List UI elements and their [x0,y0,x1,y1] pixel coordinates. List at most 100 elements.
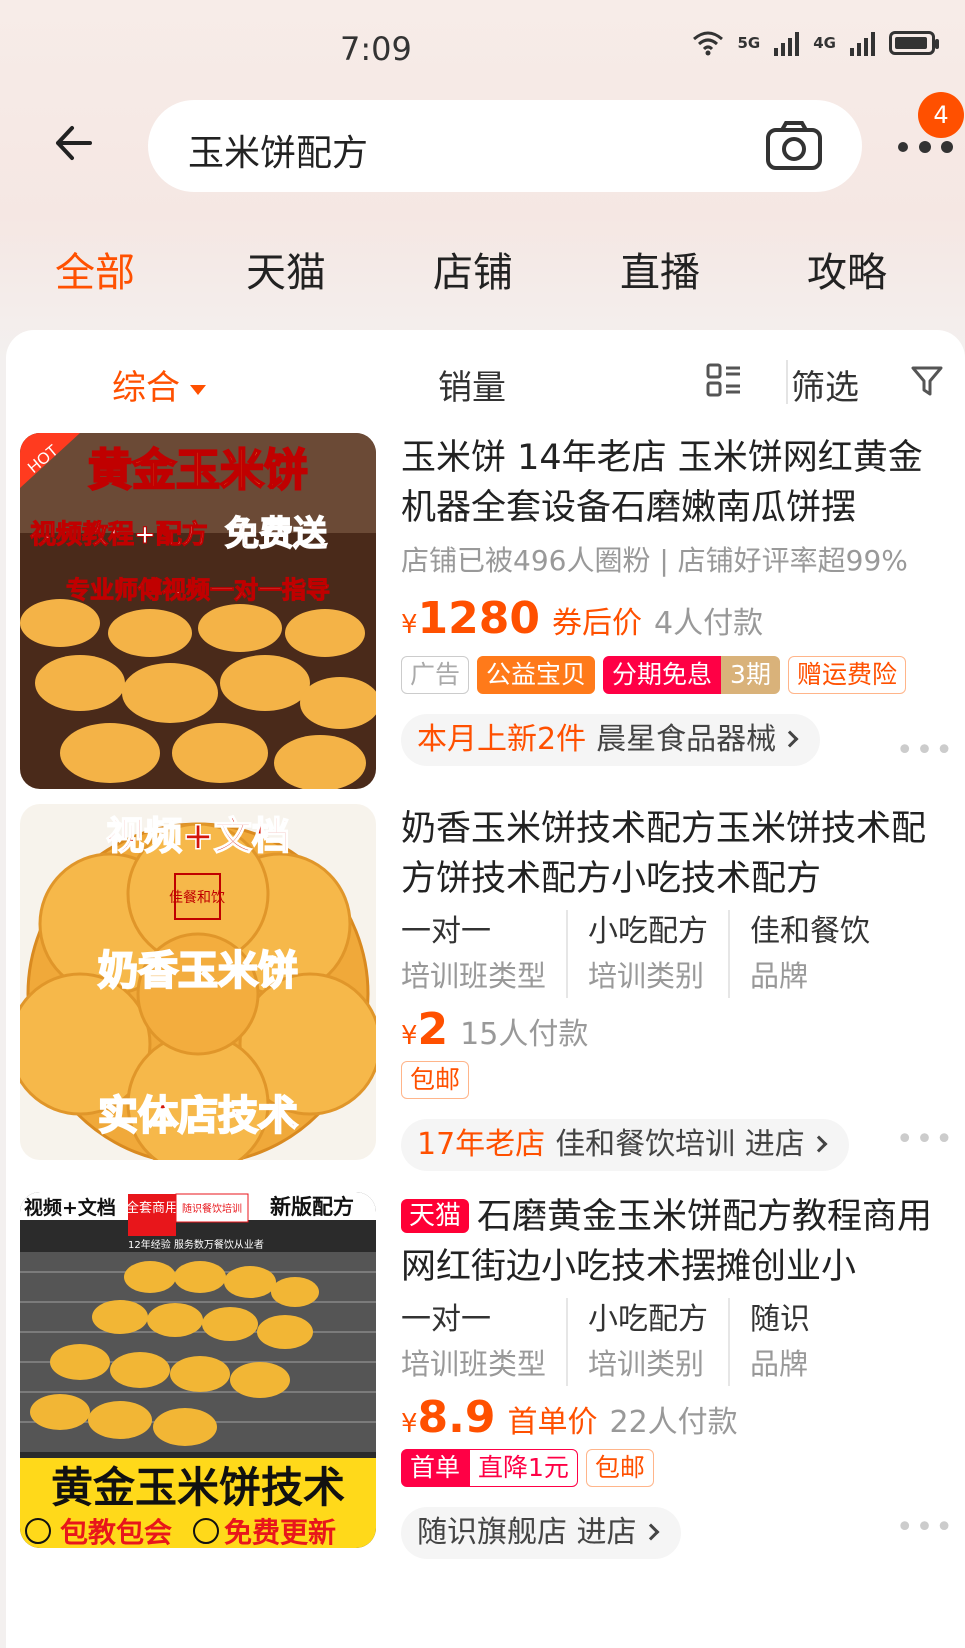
tab-live[interactable]: 直播 [620,240,700,298]
filter-label: 筛选 [791,368,859,408]
product-image-art: 视频+文档 全套商用 随识餐饮培训 新版配方 12年经验 服务数万餐饮从业者 黄… [20,1192,376,1548]
thumb-sub-text: 12年经验 服务数万餐饮从业者 [128,1238,264,1251]
thumb-bottom-text: 实体店技术 [98,1092,298,1139]
ad-tag: 广告 [401,656,470,694]
first-order-tag: 首单 [401,1449,470,1487]
promo-tags: 广告 公益宝贝 分期免息 3期 赠运费险 [401,656,951,694]
price: ¥1280 [401,593,541,644]
product-image[interactable]: 视频+文档 全套商用 随识餐饮培训 新版配方 12年经验 服务数万餐饮从业者 黄… [20,1192,376,1548]
thumb-mid-text: 奶香玉米饼 [98,947,298,994]
sort-sales[interactable]: 销量 [438,360,506,409]
shop-link[interactable]: 随识旗舰店 进店 [401,1507,681,1559]
attr-class-type: 一对一 培训班类型 [401,910,569,998]
filter-button[interactable]: 筛选 [791,360,859,409]
product-info: 玉米饼 14年老店 玉米饼网红黄金机器全套设备石磨嫩南瓜饼摆 店铺已被496人圈… [401,433,951,766]
price-label: 券后价 [552,606,643,641]
tmall-badge: 天猫 [401,1199,470,1233]
status-time: 7:09 [340,30,412,68]
back-arrow-icon[interactable] [50,118,100,168]
shop-highlight: 17年老店 [417,1127,546,1162]
thumb-subtitle-b: 免费送 [225,514,327,554]
tab-tmall[interactable]: 天猫 [246,240,326,298]
attr-brand: 佳和餐饮 品牌 [750,914,871,993]
list-view-toggle-icon[interactable] [706,362,742,398]
camera-icon[interactable] [764,118,824,174]
free-shipping-tag: 包邮 [585,1449,654,1487]
price: ¥2 [401,1004,449,1055]
product-title[interactable]: 天猫 石磨黄金玉米饼配方教程商用网红街边小吃技术摆摊创业小 [401,1192,951,1292]
product-attributes: 一对一 培训班类型 小吃配方 培训类别 佳和餐饮 品牌 [401,910,951,998]
sort-bar: 综合 销量 筛选 [6,330,965,430]
tab-all[interactable]: 全部 [55,240,135,298]
results-panel: 综合 销量 筛选 HOT 黄金玉米饼 视频教程+配方 免费送 专业师傅视频一对一… [6,330,965,1648]
tab-guides[interactable]: 攻略 [807,240,887,298]
filter-funnel-icon[interactable] [910,364,944,398]
tab-shops[interactable]: 店铺 [433,240,513,298]
attr-brand: 随识 品牌 [750,1302,811,1381]
thumb-mid1-text: 全套商用 [126,1200,178,1216]
thumb-big-text: 黄金玉米饼技术 [51,1463,345,1512]
shop-stats: 店铺已被496人圈粉 | 店铺好评率超99% [401,544,908,577]
signal-4g-icon [850,30,875,56]
search-input[interactable]: 玉米饼配方 [148,100,862,192]
charity-tag: 公益宝贝 [477,656,596,694]
shop-highlight: 本月上新2件 [417,722,587,757]
shop-link[interactable]: 17年老店 佳和餐饮培训 进店 [401,1119,849,1171]
more-options-icon[interactable]: ••• [896,733,955,768]
free-shipping-tag: 包邮 [401,1061,470,1099]
product-image[interactable]: 佳餐和饮 视频+文档 奶香玉米饼 实体店技术 [20,804,376,1160]
thumb-seal: 佳餐和饮 [169,890,225,906]
price-row: ¥1280 券后价 4人付款 [401,593,951,644]
thumb-tr-text: 新版配方 [270,1195,354,1219]
category-tabs: 全部 天猫 店铺 直播 攻略 [0,240,965,300]
thumb-mid2-text: 随识餐饮培训 [182,1202,242,1215]
paid-count: 4人付款 [654,606,764,641]
thumb-foot2-text: 免费更新 [224,1516,336,1548]
more-options-icon[interactable]: ••• [896,1510,955,1545]
paid-count: 22人付款 [609,1405,738,1440]
shop-name: 随识旗舰店 进店 [417,1515,637,1550]
thumb-title: 黄金玉米饼 [88,445,308,496]
caret-down-icon [190,384,206,395]
attr-class-type: 一对一 培训班类型 [401,1298,569,1386]
promo-tags: 首单 直降1元 包邮 [401,1449,951,1487]
installment-period-tag: 3期 [721,656,780,694]
product-title-text: 石磨黄金玉米饼配方教程商用网红街边小吃技术摆摊创业小 [401,1197,933,1287]
shop-name: 佳和餐饮培训 进店 [555,1127,805,1162]
status-bar: 7:09 5G 4G [0,0,965,90]
sort-divider [786,360,788,404]
chevron-right-icon [642,1523,660,1541]
product-image[interactable]: HOT 黄金玉米饼 视频教程+配方 免费送 专业师傅视频一对一指导 [20,433,376,789]
search-query: 玉米饼配方 [188,133,369,174]
product-title[interactable]: 玉米饼 14年老店 玉米饼网红黄金机器全套设备石磨嫩南瓜饼摆 [401,433,951,533]
price-label: 首单价 [507,1405,598,1440]
product-title[interactable]: 奶香玉米饼技术配方玉米饼技术配方饼技术配方小吃技术配方 [401,804,951,904]
network-5g-label: 5G [737,34,761,52]
signal-5g-icon [774,30,800,56]
shipping-insurance-tag: 赠运费险 [787,656,906,694]
more-options-icon[interactable]: ••• [896,1122,955,1157]
sort-comprehensive[interactable]: 综合 [112,360,206,409]
network-4g-label: 4G [813,34,836,52]
product-info: 天猫 石磨黄金玉米饼配方教程商用网红街边小吃技术摆摊创业小 一对一 培训班类型 小吃… [401,1192,951,1559]
chevron-right-icon [810,1135,828,1153]
product-info: 奶香玉米饼技术配方玉米饼技术配方饼技术配方小吃技术配方 一对一 培训班类型 小吃配… [401,804,951,1171]
shop-link[interactable]: 本月上新2件 晨星食品器械 [401,714,821,766]
price-row: ¥8.9 首单价 22人付款 [401,1392,951,1443]
product-image-art: 佳餐和饮 视频+文档 奶香玉米饼 实体店技术 [20,804,376,1160]
chevron-right-icon [781,730,799,748]
thumb-tl-text: 视频+文档 [24,1196,116,1219]
thumb-subtitle-a: 视频教程+配方 [30,519,208,550]
message-count-badge: 4 [918,92,964,138]
promo-tags: 包邮 [401,1061,951,1099]
shop-name: 晨星食品器械 [596,722,777,757]
paid-count: 15人付款 [460,1017,589,1052]
battery-icon [889,31,939,55]
installment-tag: 分期免息 [603,656,722,694]
price-row: ¥2 15人付款 [401,1004,951,1055]
thumb-foot1-text: 包教包会 [60,1516,172,1548]
price: ¥8.9 [401,1392,496,1443]
thumb-tagline: 专业师傅视频一对一指导 [66,576,330,604]
attr-category: 小吃配方 培训类别 [588,910,731,998]
status-icons: 5G 4G [692,30,939,56]
